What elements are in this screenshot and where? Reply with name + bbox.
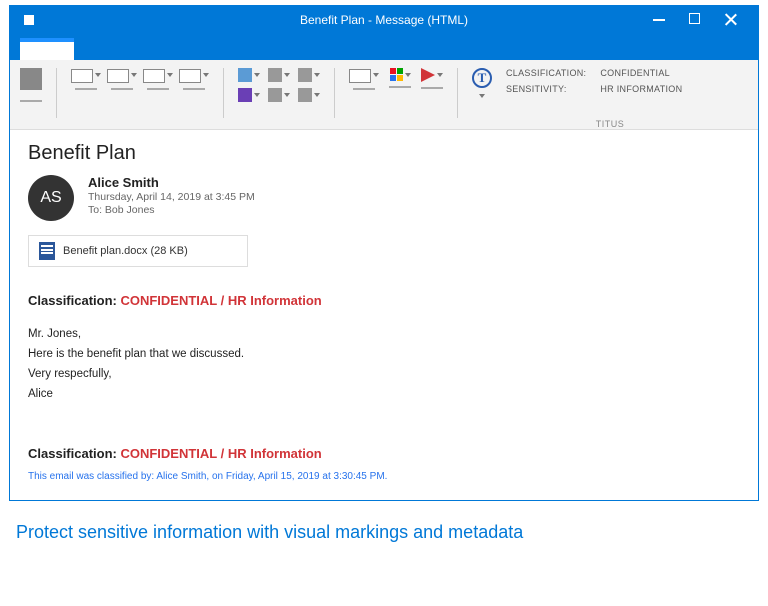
classification-value-text: CONFIDENTIAL / HR Information [120,446,321,461]
to-line: To: Bob Jones [88,204,255,216]
classification-value: Confidential [600,68,682,78]
classification-prefix: Classification: [28,293,120,308]
ribbon-group-3 [238,68,320,129]
titus-button[interactable]: T [472,68,492,98]
ribbon-group-4 [349,68,443,129]
classification-value-text: CONFIDENTIAL / HR Information [120,293,321,308]
minimize-button[interactable] [653,19,665,21]
active-ribbon-tab[interactable] [20,38,74,60]
message-subject: Benefit Plan [28,142,740,165]
sensitivity-value: HR Information [600,84,682,94]
sender-meta: Alice Smith Thursday, April 14, 2019 at … [88,175,255,216]
ribbon-separator [223,68,224,118]
ribbon-group-titus: T Classification: Sensitivity: Confident… [472,68,748,129]
ribbon-button[interactable] [298,68,320,102]
ribbon-button[interactable] [143,68,173,90]
body-line: Here is the benefit plan that we discuss… [28,348,740,360]
classification-prefix: Classification: [28,446,120,461]
ribbon-group-name: TITUS [472,119,748,129]
body-signature: Alice [28,388,740,400]
ribbon-group-2 [71,68,209,129]
outlook-message-window: Benefit Plan - Message (HTML) [9,5,759,501]
ribbon-separator [334,68,335,118]
docx-icon [39,242,55,260]
page-caption: Protect sensitive information with visua… [0,506,768,553]
body-greeting: Mr. Jones, [28,328,740,340]
ribbon-button[interactable] [349,68,379,90]
sensitivity-label: Sensitivity: [506,84,586,94]
ribbon-button[interactable] [179,68,209,90]
message-header: AS Alice Smith Thursday, April 14, 2019 … [28,175,740,221]
classification-banner-top: Classification: CONFIDENTIAL / HR Inform… [28,293,740,308]
titus-icon: T [472,68,492,88]
flag-button[interactable] [421,68,443,89]
ribbon-tabstrip [10,34,758,60]
ribbon-button[interactable] [107,68,137,90]
ribbon-button[interactable] [20,68,42,102]
message-pane: Benefit Plan AS Alice Smith Thursday, Ap… [10,130,758,500]
ribbon-button[interactable] [71,68,101,90]
ribbon-group-1 [20,68,42,129]
ribbon-separator [56,68,57,118]
ribbon-button[interactable] [268,68,290,102]
maximize-button[interactable] [689,13,700,24]
ribbon-button[interactable] [238,68,260,102]
classification-footer: This email was classified by: Alice Smit… [28,471,740,482]
close-button[interactable] [724,13,738,27]
titlebar: Benefit Plan - Message (HTML) [10,6,758,34]
titus-labels-right: Confidential HR Information [600,68,682,94]
classification-label: Classification: [506,68,586,78]
sender-name: Alice Smith [88,175,255,190]
window-controls [653,13,758,27]
window-title: Benefit Plan - Message (HTML) [10,13,758,27]
sender-avatar[interactable]: AS [28,175,74,221]
categorize-button[interactable] [389,68,411,88]
body-closing: Very respecfully, [28,368,740,380]
attachment-item[interactable]: Benefit plan.docx (28 KB) [28,235,248,267]
ribbon: T Classification: Sensitivity: Confident… [10,60,758,130]
titus-labels-left: Classification: Sensitivity: [506,68,586,94]
ribbon-separator [457,68,458,118]
sent-timestamp: Thursday, April 14, 2019 at 3:45 PM [88,191,255,203]
classification-banner-bottom: Classification: CONFIDENTIAL / HR Inform… [28,446,740,461]
attachment-name: Benefit plan.docx (28 KB) [63,245,188,257]
